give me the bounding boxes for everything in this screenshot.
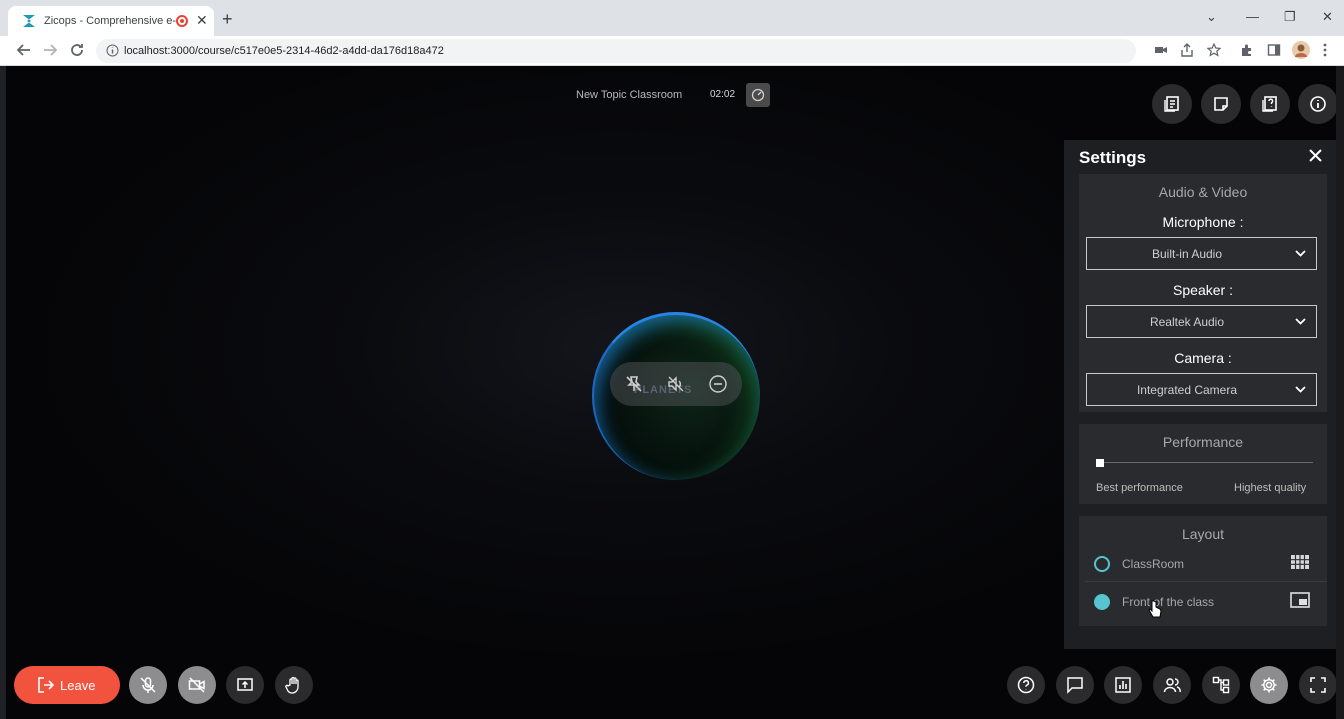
extensions-icon[interactable] xyxy=(1240,43,1254,57)
meeting-timer: 02:02 xyxy=(710,89,736,100)
tab-close-icon[interactable]: ✕ xyxy=(196,12,208,29)
settings-button[interactable] xyxy=(1250,666,1288,704)
mic-toggle-button[interactable] xyxy=(129,666,167,704)
microphone-label: Microphone : xyxy=(1162,214,1244,230)
camera-label: Camera : xyxy=(1174,350,1232,366)
new-tab-icon[interactable]: + xyxy=(222,10,233,28)
classroom-label: ClassRoom xyxy=(1122,557,1185,571)
settings-close-icon[interactable] xyxy=(1308,148,1323,163)
performance-title: Performance xyxy=(1162,434,1244,450)
notes-button[interactable] xyxy=(1152,84,1192,124)
browser-menu-icon[interactable] xyxy=(1322,43,1328,57)
chevron-down-icon xyxy=(1295,386,1306,393)
front-of-class-label: Front of the class xyxy=(1122,595,1215,609)
speaker-label: Speaker : xyxy=(1173,282,1233,298)
share-icon[interactable] xyxy=(1180,43,1194,57)
grid-icon xyxy=(1290,554,1310,570)
side-panel-icon[interactable] xyxy=(1267,43,1281,57)
speaker-value: Realtek Audio xyxy=(1149,315,1225,329)
remove-participant-icon[interactable] xyxy=(708,374,728,394)
recording-indicator-icon xyxy=(176,15,188,27)
settings-title: Settings xyxy=(1079,148,1147,167)
tab-search-icon[interactable]: ⌄ xyxy=(1206,9,1217,25)
pin-off-icon[interactable] xyxy=(624,374,644,394)
microphone-select[interactable]: Built-in Audio xyxy=(1086,237,1317,270)
fullscreen-button[interactable] xyxy=(1299,666,1337,704)
screen-share-button[interactable] xyxy=(226,666,264,704)
raise-hand-button[interactable] xyxy=(275,666,313,704)
minimize-icon[interactable]: — xyxy=(1246,9,1259,24)
info-button[interactable] xyxy=(1298,84,1338,124)
classroom-meeting-view: New Topic Classroom 02:02 PLANETS Settin… xyxy=(6,66,1342,719)
reload-icon[interactable] xyxy=(69,42,85,58)
topic-title: New Topic Classroom xyxy=(576,89,683,101)
zicops-favicon-icon xyxy=(22,14,36,28)
performance-slider-thumb[interactable] xyxy=(1096,459,1104,467)
best-performance-label: Best performance xyxy=(1096,482,1183,494)
layout-option-classroom[interactable]: ClassRoom xyxy=(1085,544,1327,582)
speaker-select[interactable]: Realtek Audio xyxy=(1086,305,1317,338)
mouse-pointer-hand-icon xyxy=(1148,600,1162,620)
network-speed-button[interactable] xyxy=(746,83,770,107)
layout-section: Layout ClassRoom Front of the class xyxy=(1079,516,1327,626)
settings-panel: Settings Audio & Video Microphone : Buil… xyxy=(1064,140,1342,649)
browser-toolbar: localhost:3000/course/c517e0e5-2314-46d2… xyxy=(0,36,1344,66)
participant-status-pill xyxy=(610,362,742,406)
camera-value: Integrated Camera xyxy=(1136,383,1238,397)
leave-label: Leave xyxy=(60,678,96,693)
bookmark-star-icon[interactable] xyxy=(1207,43,1221,57)
chat-button[interactable] xyxy=(1056,666,1094,704)
picture-in-picture-icon xyxy=(1290,592,1310,608)
muted-speaker-icon xyxy=(666,374,686,394)
exit-icon xyxy=(38,677,55,693)
page-scrollbar[interactable] xyxy=(1336,66,1344,719)
camera-in-use-icon[interactable] xyxy=(1154,43,1168,57)
chevron-down-icon xyxy=(1295,250,1306,257)
forward-icon[interactable] xyxy=(42,42,58,58)
browser-tab[interactable]: Zicops - Comprehensive e-le ✕ xyxy=(8,6,214,36)
performance-slider-track[interactable] xyxy=(1099,462,1313,463)
classroom-radio[interactable] xyxy=(1094,556,1110,572)
participants-button[interactable] xyxy=(1153,666,1191,704)
camera-select[interactable]: Integrated Camera xyxy=(1086,373,1317,406)
layout-option-front-of-class[interactable]: Front of the class xyxy=(1085,582,1327,620)
tab-title: Zicops - Comprehensive e-le xyxy=(44,15,176,27)
microphone-value: Built-in Audio xyxy=(1151,247,1223,261)
camera-toggle-button[interactable] xyxy=(178,666,216,704)
back-icon[interactable] xyxy=(16,42,32,58)
audio-video-section: Audio & Video Microphone : Built-in Audi… xyxy=(1079,174,1327,412)
profile-avatar[interactable] xyxy=(1292,41,1310,59)
help-button[interactable] xyxy=(1007,666,1045,704)
audio-video-title: Audio & Video xyxy=(1158,184,1248,200)
layout-title: Layout xyxy=(1181,526,1225,542)
poll-button[interactable] xyxy=(1104,666,1142,704)
window-close-icon[interactable]: ✕ xyxy=(1322,9,1333,25)
highest-quality-label: Highest quality xyxy=(1234,482,1307,494)
address-bar[interactable]: localhost:3000/course/c517e0e5-2314-46d2… xyxy=(96,39,1136,63)
breakout-rooms-button[interactable] xyxy=(1202,666,1240,704)
performance-section: Performance Best performance Highest qua… xyxy=(1079,424,1327,504)
site-info-icon[interactable] xyxy=(106,44,119,57)
url-text: localhost:3000/course/c517e0e5-2314-46d2… xyxy=(124,45,444,57)
restore-icon[interactable]: ❐ xyxy=(1284,9,1296,25)
quiz-button[interactable] xyxy=(1250,84,1290,124)
sticky-note-button[interactable] xyxy=(1201,84,1241,124)
chevron-down-icon xyxy=(1295,318,1306,325)
browser-tab-bar: Zicops - Comprehensive e-le ✕ + ⌄ — ❐ ✕ xyxy=(0,0,1344,36)
front-of-class-radio[interactable] xyxy=(1094,594,1110,610)
leave-button[interactable]: Leave xyxy=(14,666,120,704)
